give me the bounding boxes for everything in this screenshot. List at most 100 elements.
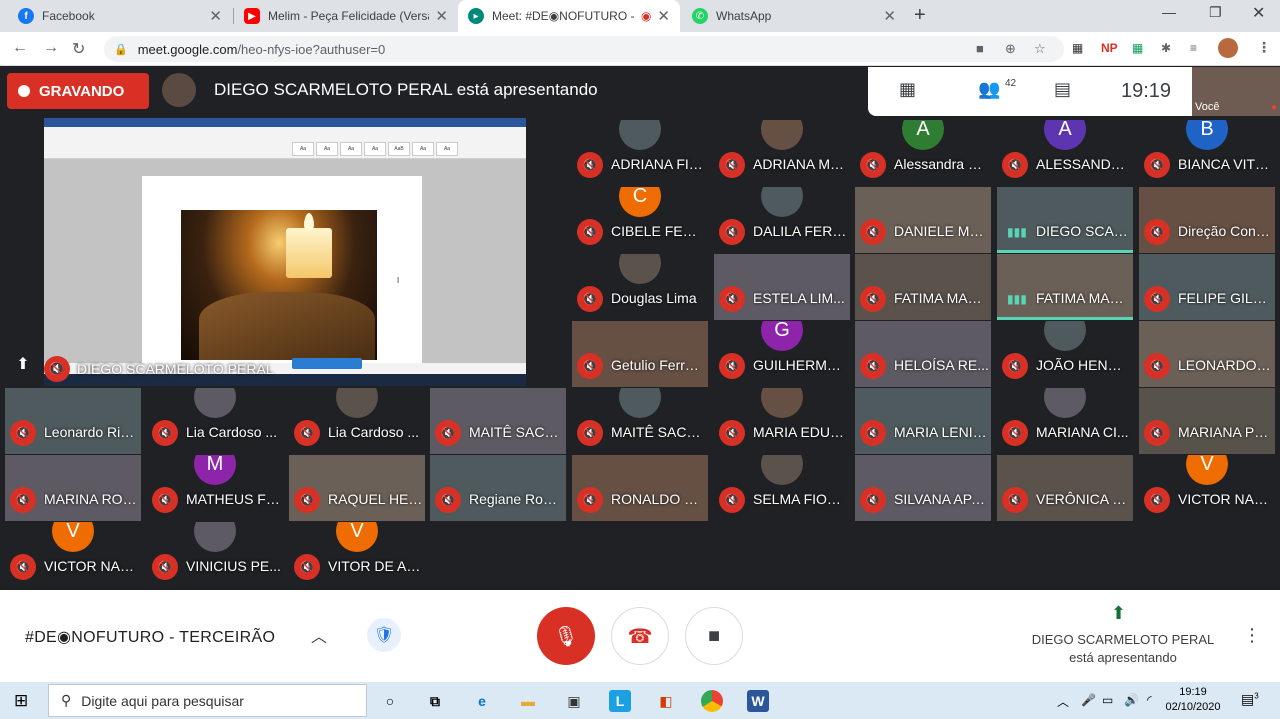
participant-tile[interactable]: 🔇 RAQUEL HEL... — [289, 455, 425, 521]
task-view-icon[interactable]: ⧉ — [424, 690, 446, 712]
meeting-name[interactable]: #DE◉NOFUTURO - TERCEIRÃO — [25, 627, 275, 647]
extensions-icon[interactable]: ✱ — [1161, 41, 1171, 55]
sheets-extension-icon[interactable]: ▦ — [1132, 41, 1143, 55]
participant-tile[interactable]: V 🔇 VICTOR NAS... — [5, 522, 141, 588]
office-icon[interactable]: ◧ — [655, 690, 677, 712]
leave-call-button[interactable]: ☎ — [611, 607, 669, 665]
participant-tile[interactable]: V 🔇 VICTOR NAS... — [1139, 455, 1275, 521]
participant-tile[interactable]: 🔇 MARIANA CI... — [997, 388, 1133, 454]
participant-tile[interactable]: 🔇 VERÔNICA D... — [997, 455, 1133, 521]
participant-tile[interactable]: 🔇 ADRIANA FIA... — [572, 120, 708, 186]
forward-icon[interactable]: → — [43, 39, 59, 57]
participant-tile[interactable]: 🔇 Direção Cons... — [1139, 187, 1275, 253]
participant-tile[interactable]: 🔇 MARIA EDUA... — [714, 388, 850, 454]
participant-tile[interactable]: 🔇 Regiane Rodr... — [430, 455, 566, 521]
word-icon[interactable]: W — [747, 690, 769, 712]
taskbar-clock[interactable]: 19:19 02/10/2020 — [1165, 685, 1221, 715]
np-extension-icon[interactable]: NP — [1101, 41, 1118, 55]
close-icon[interactable]: ✕ — [883, 7, 896, 25]
camera-toggle-button[interactable]: ■ — [685, 607, 743, 665]
presenting-status[interactable]: DIEGO SCARMELOTO PERAL está apresentando — [1015, 631, 1231, 667]
tab-facebook[interactable]: f Facebook ✕ — [8, 0, 232, 32]
participants-icon[interactable]: 👥 — [978, 79, 1000, 100]
participant-tile[interactable]: G 🔇 GUILHERME ... — [714, 321, 850, 387]
new-tab-button[interactable]: + — [914, 4, 926, 27]
browser-menu-icon[interactable]: ⋮ — [1257, 39, 1271, 56]
more-options-icon[interactable]: ⋮ — [1243, 625, 1261, 646]
participant-tile[interactable]: 🔇 SILVANA APA... — [855, 455, 991, 521]
file-explorer-icon[interactable]: ▬ — [517, 690, 539, 712]
battery-icon[interactable]: ▭ — [1102, 693, 1113, 707]
participant-tile[interactable]: A 🔇 Alessandra C... — [855, 120, 991, 186]
participant-tile[interactable]: V 🔇 VITOR DE AN... — [289, 522, 425, 588]
wifi-icon[interactable]: ◜ — [1147, 693, 1152, 707]
participant-tile[interactable]: 🔇 MARIA LENIT... — [855, 388, 991, 454]
camera-icon[interactable]: ■ — [976, 41, 984, 56]
participant-tile[interactable]: ▮▮▮ DIEGO SCAR... — [997, 187, 1133, 253]
tab-title: Facebook — [42, 9, 95, 23]
participant-tile[interactable]: 🔇 ESTELA LIM... — [714, 254, 850, 320]
participant-tile[interactable]: 🔇 FELIPE GILH... — [1139, 254, 1275, 320]
participant-tile[interactable]: 🔇 RONALDO GI... — [572, 455, 708, 521]
participant-tile[interactable]: C 🔇 CIBELE FERN... — [572, 187, 708, 253]
microphone-tray-icon[interactable]: 🎤 — [1081, 693, 1096, 707]
notifications-icon[interactable]: ▤3 — [1241, 691, 1259, 708]
participant-tile[interactable]: 🔇 ADRIANA MA... — [714, 120, 850, 186]
participant-tile[interactable]: 🔇 MARINA ROD... — [5, 455, 141, 521]
participant-tile[interactable]: 🔇 Leonardo Rib... — [5, 388, 141, 454]
participant-tile[interactable]: 🔇 LEONARDO L... — [1139, 321, 1275, 387]
taskbar-search-box[interactable]: ⚲ Digite aqui para pesquisar — [48, 684, 367, 717]
url-field[interactable]: 🔒 meet.google.com/heo-nfys-ioe?authuser=… — [104, 36, 1064, 62]
chat-icon[interactable]: ▤ — [1054, 79, 1071, 100]
self-view-tile[interactable]: Você ● — [1192, 67, 1280, 116]
close-icon[interactable]: ✕ — [657, 7, 670, 25]
back-icon[interactable]: ← — [12, 39, 28, 57]
participant-tile[interactable]: 🔇 Getulio Ferrei... — [572, 321, 708, 387]
layout-grid-icon[interactable]: ▦ — [899, 79, 916, 100]
media-queue-icon[interactable]: ≡ — [1190, 41, 1197, 55]
volume-icon[interactable]: 🔊 — [1124, 693, 1139, 707]
participant-tile[interactable]: ▮▮▮ FATIMA MAN... — [997, 254, 1133, 320]
participant-tile[interactable]: 🔇 SELMA FIORI... — [714, 455, 850, 521]
participant-tile[interactable]: 🔇 MAITÊ SACA... — [430, 388, 566, 454]
participant-tile[interactable]: 🔇 MAITÊ SACA... — [572, 388, 708, 454]
edge-icon[interactable]: e — [471, 690, 493, 712]
tab-whatsapp[interactable]: ✆ WhatsApp ✕ — [682, 0, 906, 32]
participant-tile[interactable]: 🔇 MARIANA PE... — [1139, 388, 1275, 454]
present-screen-icon[interactable]: ⬆ — [10, 354, 36, 376]
cortana-icon[interactable]: ○ — [379, 690, 401, 712]
tab-youtube[interactable]: ▶ Melim - Peça Felicidade (Versão A ✕ — [234, 0, 458, 32]
participant-tile[interactable]: 🔇 HELOÍSA RE... — [855, 321, 991, 387]
participant-tile[interactable]: 🔇 Lia Cardoso ... — [289, 388, 425, 454]
host-controls-icon[interactable]: 🛡 — [367, 618, 401, 652]
tray-chevron-icon[interactable]: ︿ — [1057, 693, 1069, 710]
bookmark-star-icon[interactable]: ☆ — [1034, 41, 1046, 57]
profile-avatar[interactable] — [1218, 38, 1238, 58]
windows-start-icon[interactable]: ⊞ — [14, 691, 28, 711]
close-icon[interactable]: ✕ — [435, 7, 448, 25]
participant-tile[interactable]: 🔇 FATIMA MAN... — [855, 254, 991, 320]
grid-extension-icon[interactable]: ▦ — [1072, 41, 1083, 55]
mic-toggle-button[interactable]: 🎙 — [537, 607, 595, 665]
participant-tile[interactable]: 🔇 DALILA FERR... — [714, 187, 850, 253]
l-app-icon[interactable]: L — [609, 690, 631, 712]
maximize-icon[interactable]: ❐ — [1209, 4, 1222, 21]
chevron-up-icon[interactable]: ︿ — [311, 623, 327, 647]
participant-tile[interactable]: 🔇 VINICIUS PE... — [147, 522, 283, 588]
tab-meet[interactable]: ▸ Meet: #DE◉NOFUTURO - T ◉ ✕ — [458, 0, 680, 32]
store-icon[interactable]: ▣ — [563, 690, 585, 712]
reload-icon[interactable]: ↻ — [72, 39, 85, 59]
participant-tile[interactable]: 🔇 DANIELE MA... — [855, 187, 991, 253]
minimize-icon[interactable]: — — [1162, 4, 1176, 20]
chrome-icon[interactable] — [701, 690, 723, 712]
participant-tile[interactable]: M 🔇 MATHEUS FE... — [147, 455, 283, 521]
participant-tile[interactable]: 🔇 Lia Cardoso ... — [147, 388, 283, 454]
participant-tile[interactable]: 🔇 Douglas Lima — [572, 254, 708, 320]
participant-tile[interactable]: B 🔇 BIANCA VITÓ... — [1139, 120, 1275, 186]
close-window-icon[interactable]: ✕ — [1252, 3, 1265, 23]
zoom-icon[interactable]: ⊕ — [1005, 41, 1016, 57]
participant-tile[interactable]: A 🔇 ALESSANDR... — [997, 120, 1133, 186]
presenting-icon[interactable]: ⬆ — [1111, 603, 1126, 624]
close-icon[interactable]: ✕ — [209, 7, 222, 25]
participant-tile[interactable]: 🔇 JOÃO HENRI... — [997, 321, 1133, 387]
